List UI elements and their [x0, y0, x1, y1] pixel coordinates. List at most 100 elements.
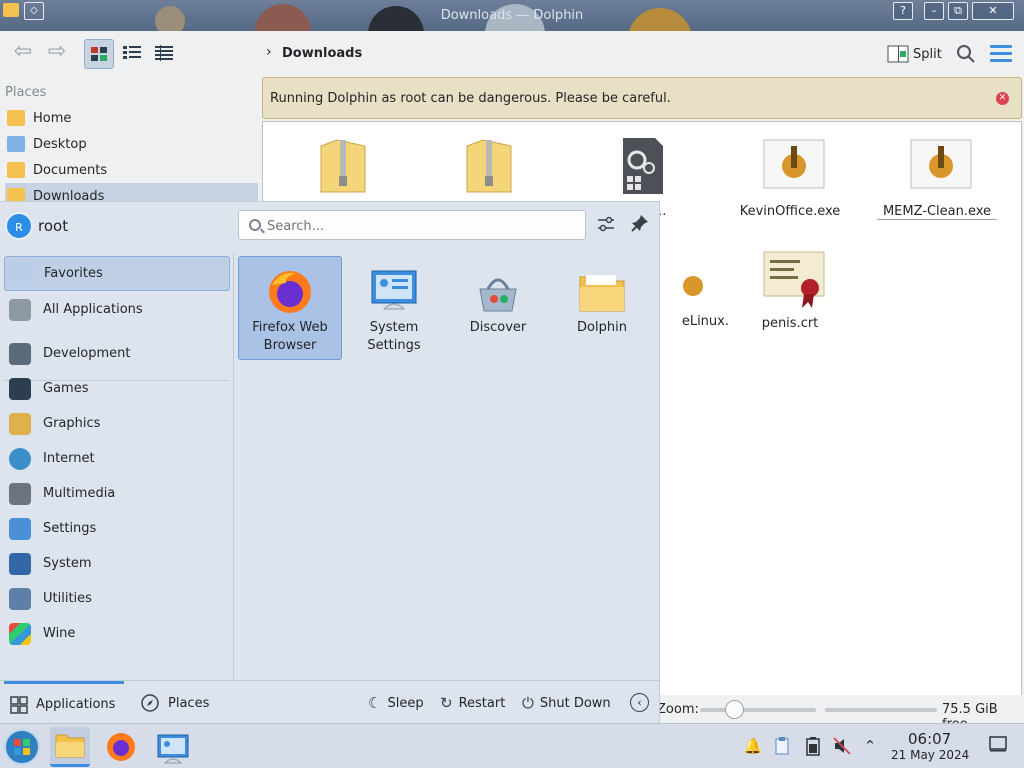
file-item[interactable]: penis.crt: [730, 248, 850, 331]
hamburger-menu-icon[interactable]: [990, 45, 1012, 63]
file-item[interactable]: MEMZ-Clean.exe: [877, 136, 997, 220]
applications-grid-icon: [10, 695, 28, 714]
category-internet[interactable]: Internet: [4, 441, 230, 476]
search-icon[interactable]: [955, 43, 977, 65]
free-space-bar: [825, 708, 937, 712]
close-button[interactable]: ✕: [972, 2, 1014, 20]
category-development[interactable]: Development: [4, 336, 230, 371]
firefox-icon: [266, 269, 314, 315]
sleep-label: Sleep: [387, 695, 424, 711]
configure-icon[interactable]: [594, 214, 618, 238]
category-favorites[interactable]: Favorites: [4, 256, 230, 291]
task-system-settings[interactable]: [153, 727, 193, 767]
favorite-firefox[interactable]: Firefox Web Browser: [238, 256, 342, 360]
split-view-icon: [887, 45, 909, 63]
file-name: KevinOffice.exe: [739, 204, 841, 219]
graphics-icon: [9, 412, 31, 435]
places-item-label: Documents: [33, 162, 108, 178]
tab-applications[interactable]: Applications: [4, 681, 124, 725]
minimize-button[interactable]: –: [924, 2, 944, 20]
launcher-footer: Applications Places ☾ Sleep ↻ Restart ⏻ …: [0, 680, 660, 724]
category-utilities[interactable]: Utilities: [4, 581, 230, 616]
home-folder-icon: [7, 110, 25, 126]
favorite-discover[interactable]: Discover: [446, 256, 550, 360]
root-warning-banner: Running Dolphin as root can be dangerous…: [262, 77, 1022, 119]
restart-icon: ↻: [440, 694, 453, 712]
category-settings[interactable]: Settings: [4, 511, 230, 546]
breadcrumb-chevron-icon[interactable]: ›: [266, 44, 272, 60]
category-multimedia[interactable]: Multimedia: [4, 476, 230, 511]
split-button[interactable]: Split: [887, 41, 942, 67]
warning-text: Running Dolphin as root can be dangerous…: [270, 91, 671, 106]
user-name: root: [38, 217, 69, 235]
file-item[interactable]: [429, 136, 549, 204]
tab-places[interactable]: Places: [140, 681, 209, 725]
battery-icon[interactable]: [803, 736, 823, 756]
back-arrow-icon[interactable]: ⇦: [10, 41, 36, 65]
volume-muted-icon[interactable]: [832, 736, 852, 756]
category-system[interactable]: System: [4, 546, 230, 581]
category-label: Multimedia: [43, 486, 116, 501]
category-all-applications[interactable]: All Applications: [4, 292, 230, 327]
sleep-button[interactable]: ☾ Sleep: [368, 681, 424, 725]
details-view-button[interactable]: [150, 39, 180, 69]
chevron-up-icon[interactable]: ⌃: [860, 736, 880, 756]
pin-icon[interactable]: [628, 214, 652, 238]
favorite-system-settings[interactable]: System Settings: [342, 256, 446, 360]
category-list: Favorites All Applications Development G…: [0, 252, 234, 680]
notifications-icon[interactable]: 🔔: [743, 736, 763, 756]
search-input[interactable]: [267, 217, 567, 235]
favorite-label: Dolphin: [577, 320, 627, 335]
places-item-home[interactable]: Home: [5, 105, 258, 131]
games-icon: [9, 377, 31, 400]
close-warning-icon[interactable]: ✕: [996, 92, 1009, 105]
zoom-slider[interactable]: [700, 708, 816, 712]
firefox-icon: [107, 733, 135, 761]
breadcrumb-current[interactable]: Downloads: [282, 46, 362, 61]
favorite-dolphin[interactable]: Dolphin: [550, 256, 654, 360]
chevron-left-icon[interactable]: ‹: [630, 693, 649, 712]
places-item-desktop[interactable]: Desktop: [5, 131, 258, 157]
help-button[interactable]: ?: [893, 2, 913, 20]
category-label: System: [43, 556, 92, 571]
window-titlebar[interactable]: ◇ Downloads — Dolphin ? – ⧉ ✕: [0, 0, 1024, 31]
clock-time[interactable]: 06:07: [908, 730, 951, 748]
places-item-documents[interactable]: Documents: [5, 157, 258, 183]
restart-button[interactable]: ↻ Restart: [440, 681, 505, 725]
file-item[interactable]: KevinOffice.exe: [730, 136, 850, 219]
favorite-label: Discover: [469, 320, 527, 335]
category-label: Internet: [43, 451, 95, 466]
show-desktop-icon[interactable]: [988, 736, 1008, 756]
places-header: Places: [5, 85, 47, 100]
zoom-label: Zoom:: [657, 702, 699, 717]
forward-arrow-icon[interactable]: ⇨: [44, 41, 70, 65]
documents-folder-icon: [7, 162, 25, 178]
restart-label: Restart: [458, 695, 506, 711]
zoom-slider-thumb[interactable]: [725, 700, 745, 719]
icons-view-button[interactable]: [84, 39, 114, 69]
system-settings-icon: [370, 269, 418, 315]
start-menu-button[interactable]: [2, 727, 42, 767]
category-games[interactable]: Games: [4, 371, 230, 406]
favorites-grid: Firefox Web Browser System Settings Disc…: [238, 256, 658, 456]
category-label: Favorites: [44, 266, 103, 281]
task-firefox[interactable]: [101, 727, 141, 767]
file-item[interactable]: [283, 136, 403, 204]
compact-view-button[interactable]: [118, 39, 148, 69]
places-item-label: Desktop: [33, 136, 87, 152]
clock-date[interactable]: 21 May 2024: [891, 748, 969, 762]
favorites-icon: [10, 262, 32, 285]
file-name: penis.crt: [761, 316, 819, 331]
launcher-search-box[interactable]: [238, 210, 586, 240]
category-graphics[interactable]: Graphics: [4, 406, 230, 441]
category-wine[interactable]: Wine: [4, 616, 230, 651]
clipboard-icon[interactable]: [772, 736, 792, 756]
maximize-button[interactable]: ⧉: [948, 2, 968, 20]
shutdown-button[interactable]: ⏻ Shut Down: [522, 681, 611, 725]
certificate-icon: [762, 248, 825, 308]
places-panel: Places Home Desktop Documents Downloads: [0, 77, 260, 217]
task-dolphin[interactable]: [50, 727, 90, 767]
compass-icon: [141, 694, 159, 712]
avatar[interactable]: R: [5, 212, 33, 240]
internet-icon: [9, 447, 31, 470]
